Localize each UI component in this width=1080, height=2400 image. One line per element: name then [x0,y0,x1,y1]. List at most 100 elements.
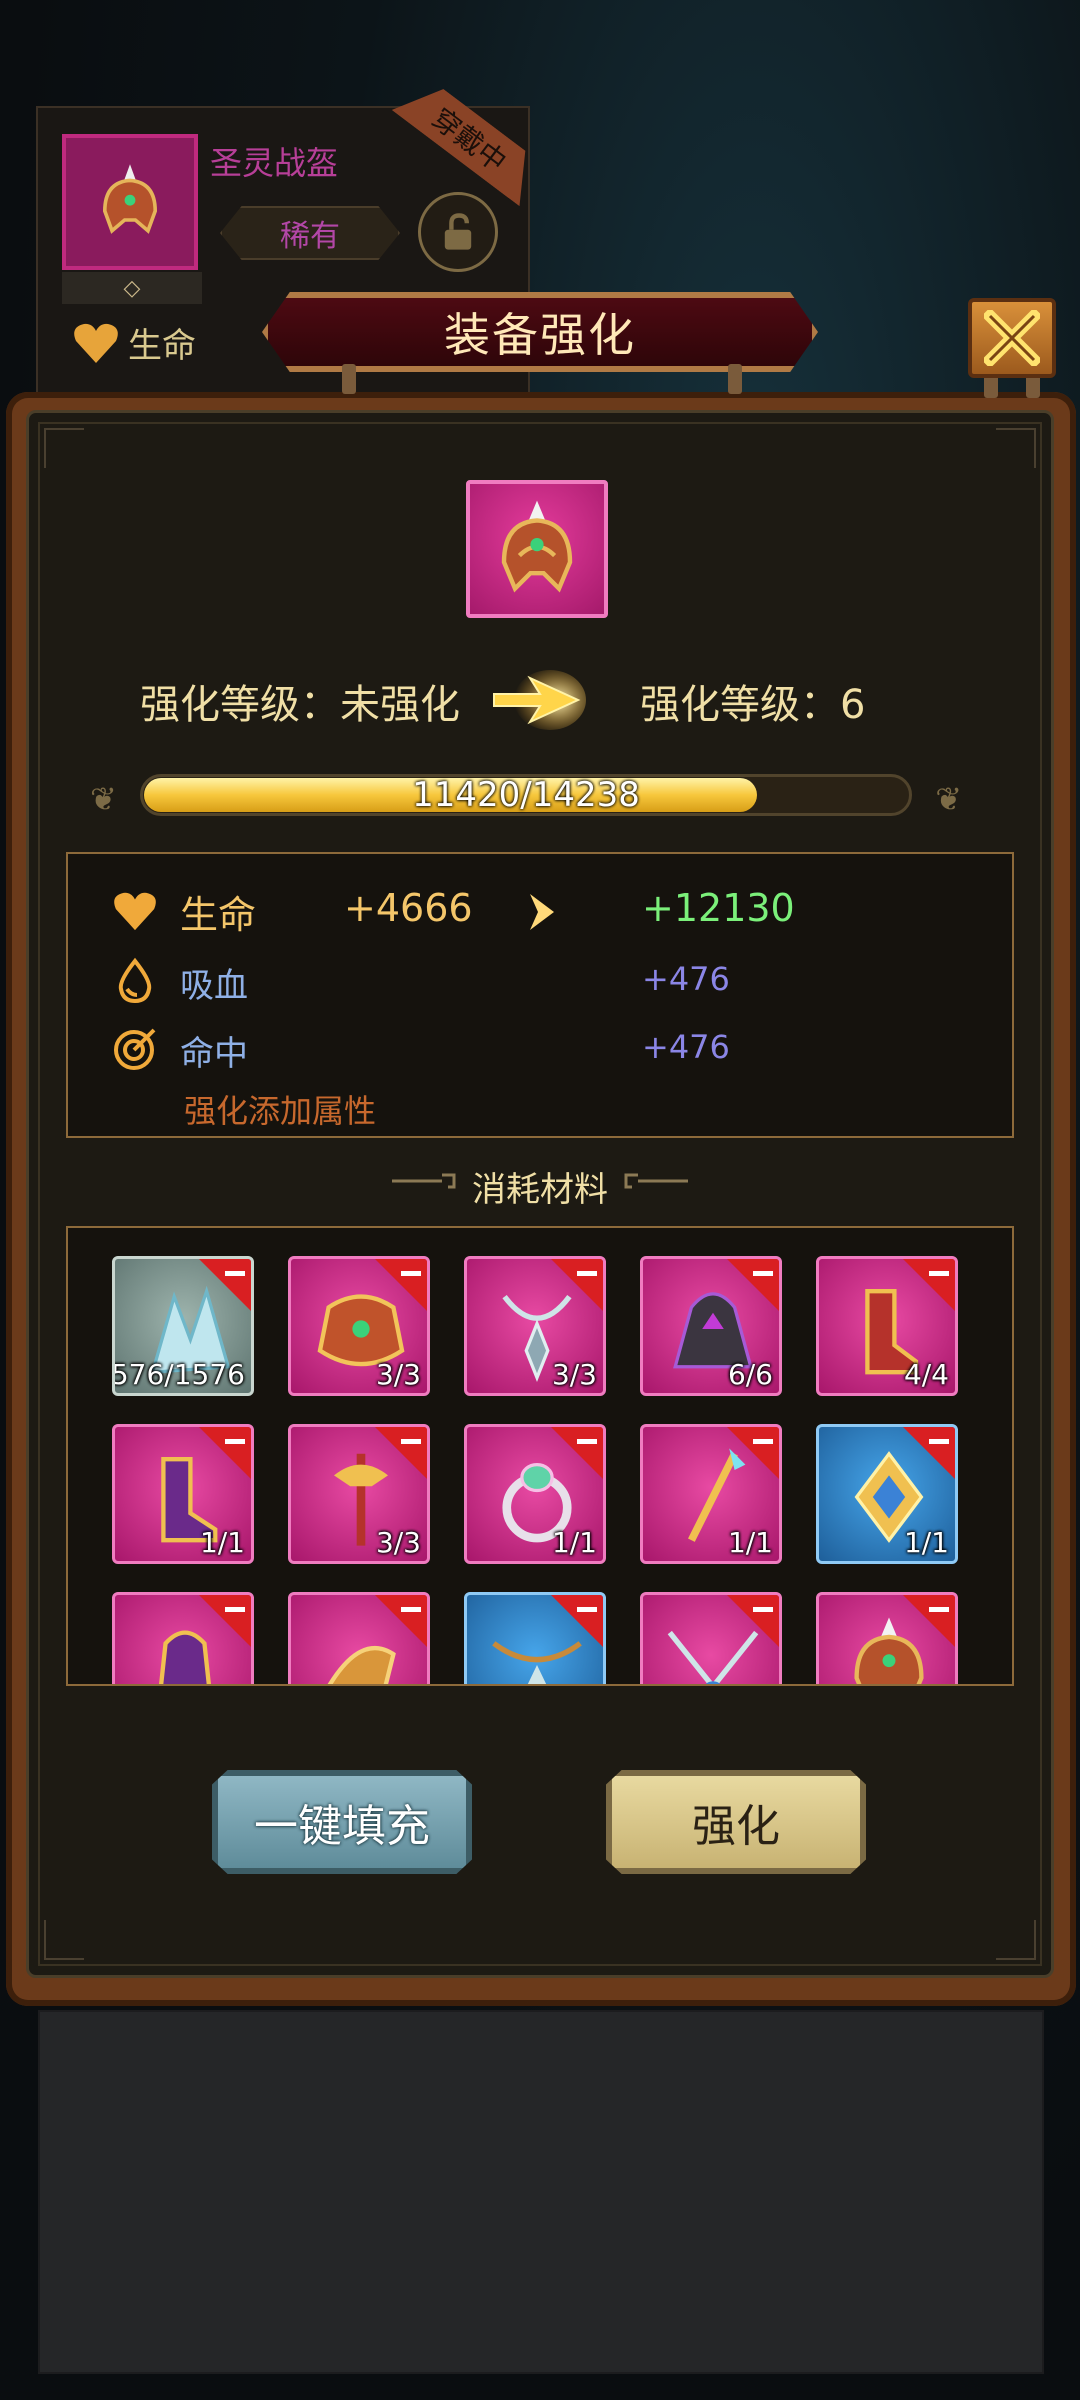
remove-badge[interactable] [549,1595,603,1649]
material-slot[interactable]: 6/6 [640,1256,782,1396]
flourish-left-icon: ❦ [90,780,117,818]
stat-row-lifesteal: 吸血 +476 [68,950,1016,1010]
minus-icon [577,1439,597,1444]
minus-icon [753,1271,773,1276]
bg-rarity-badge: 稀有 [220,206,400,260]
minus-icon [929,1439,949,1444]
title-pin [342,364,356,394]
minus-icon [225,1271,245,1276]
material-slot[interactable]: 1/1 [464,1424,606,1564]
minus-icon [401,1439,421,1444]
exp-progress: ❦ 11420/14238 ❦ [90,770,962,820]
background-lower-panel [38,2010,1044,2374]
material-count: 1/1 [551,1526,597,1559]
level-next: 强化等级：6 [640,682,866,728]
enhance-button[interactable]: 强化 [606,1770,866,1874]
remove-badge[interactable] [549,1427,603,1481]
minus-icon [753,1607,773,1612]
enhance-target-item[interactable] [466,480,608,618]
materials-grid[interactable]: 1576/1576 3/3 3/3 6/6 4/4 1/1 3/3 1/1 1/1 1/1 [66,1226,1014,1686]
corner-ornament [44,1920,84,1960]
minus-icon [225,1607,245,1612]
minus-icon [753,1439,773,1444]
stat-new-value: +12130 [642,886,795,930]
remove-badge[interactable] [725,1427,779,1481]
level-current: 强化等级：未强化 [140,682,460,728]
remove-badge[interactable] [901,1595,955,1649]
material-count: 1/1 [199,1526,245,1559]
material-count: 3/3 [375,1526,421,1559]
material-count: 3/3 [375,1358,421,1391]
material-slot[interactable]: 3/3 [288,1256,430,1396]
close-button[interactable] [968,298,1056,378]
level-arrow-icon [493,670,586,730]
heart-icon [110,886,160,936]
stat-current-value: +4666 [344,886,473,930]
remove-badge[interactable] [197,1427,251,1481]
remove-badge[interactable] [725,1259,779,1313]
material-count: 4/4 [903,1358,949,1391]
stat-row-life: 生命 +4666 +12130 [68,880,1016,940]
minus-icon [401,1607,421,1612]
chevron-right-icon [530,894,554,930]
material-slot[interactable]: 4/4 [816,1256,958,1396]
dialog-title-bar: 装备强化 [262,292,818,372]
material-slot[interactable] [288,1592,430,1684]
stat-name: 命中 [180,1034,248,1074]
materials-title: 消耗材料 [472,1170,608,1210]
material-count: 3/3 [551,1358,597,1391]
material-slot[interactable]: 3/3 [464,1256,606,1396]
stat-row-accuracy: 命中 +476 [68,1018,1016,1078]
bg-stat-life: 生命 [72,318,196,367]
minus-icon [577,1271,597,1276]
material-slot[interactable]: 1/1 [640,1424,782,1564]
blood-drop-icon [110,956,160,1006]
extra-attr-label: 强化添加属性 [184,1092,377,1130]
material-slot[interactable]: 1/1 [112,1424,254,1564]
remove-badge[interactable] [725,1595,779,1649]
minus-icon [577,1607,597,1612]
material-slot[interactable]: 1576/1576 [112,1256,254,1396]
helmet-icon [501,500,573,593]
bg-item-name: 圣灵战盔 [210,144,339,182]
remove-badge[interactable] [373,1595,427,1649]
close-icon [984,310,1040,366]
material-slot[interactable] [112,1592,254,1684]
title-pin [728,364,742,394]
remove-badge[interactable] [373,1259,427,1313]
auto-fill-button[interactable]: 一键填充 [212,1770,472,1874]
bg-helmet-icon[interactable] [62,134,198,270]
material-count: 6/6 [727,1358,773,1391]
remove-badge[interactable] [197,1595,251,1649]
material-count: 1576/1576 [112,1358,245,1391]
material-slot[interactable]: 1/1 [816,1424,958,1564]
corner-ornament [996,428,1036,468]
corner-ornament [44,428,84,468]
stat-name: 吸血 [180,966,248,1006]
remove-badge[interactable] [549,1259,603,1313]
material-slot[interactable] [816,1592,958,1684]
minus-icon [225,1439,245,1444]
material-count: 1/1 [727,1526,773,1559]
remove-badge[interactable] [373,1427,427,1481]
minus-icon [401,1271,421,1276]
remove-badge[interactable] [901,1427,955,1481]
remove-badge[interactable] [197,1259,251,1313]
stat-name: 生命 [180,893,257,937]
material-slot[interactable]: 3/3 [288,1424,430,1564]
minus-icon [929,1271,949,1276]
bg-diamond: ◇ [62,272,202,304]
helmet-icon [102,164,158,234]
bg-stat-life-label: 生命 [128,326,196,366]
flourish-right-icon: ❦ [935,780,962,818]
material-slot[interactable] [464,1592,606,1684]
dialog-title: 装备强化 [444,308,636,362]
unlock-button[interactable] [418,192,498,272]
title-deco-right-icon [624,1173,688,1189]
material-slot[interactable] [640,1592,782,1684]
progress-text: 11420/14238 [412,775,640,815]
target-icon [110,1024,160,1074]
stat-new-value: +476 [642,960,730,998]
remove-badge[interactable] [901,1259,955,1313]
corner-ornament [996,1920,1036,1960]
